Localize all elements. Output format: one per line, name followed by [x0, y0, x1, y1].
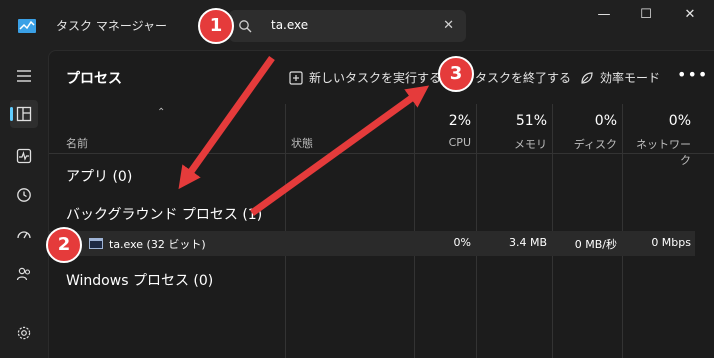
efficiency-mode-label: 効率モード	[600, 71, 661, 85]
close-button[interactable]: ✕	[674, 4, 706, 26]
group-apps[interactable]: アプリ (0)	[66, 166, 132, 186]
new-task-button[interactable]: 新しいタスクを実行する	[289, 69, 441, 86]
group-windows-processes[interactable]: Windows プロセス (0)	[66, 270, 213, 290]
annotation-badge-3: 3	[438, 56, 474, 92]
sidebar-item-menu[interactable]	[10, 62, 38, 90]
active-indicator	[10, 107, 13, 121]
process-disk: 0 MB/秒	[574, 238, 617, 251]
users-icon	[16, 267, 31, 281]
process-window-icon	[89, 238, 103, 249]
page-title: プロセス	[66, 71, 122, 87]
task-manager-app-icon	[18, 19, 36, 33]
column-memory[interactable]: メモリ	[481, 136, 547, 152]
sidebar-item-startup[interactable]	[10, 221, 38, 249]
column-memory-percent[interactable]: 51%	[481, 113, 547, 129]
efficiency-mode-button[interactable]: 効率モード	[580, 69, 660, 86]
end-task-button[interactable]: タスクを終了する	[475, 69, 571, 86]
header-divider	[49, 153, 714, 154]
processes-icon	[16, 106, 32, 122]
performance-icon	[16, 148, 32, 164]
title-bar: タスク マネージャー ta.exe ✕ — ☐ ✕	[0, 0, 714, 50]
group-background-processes[interactable]: バックグラウンド プロセス (1)	[66, 204, 262, 224]
column-status[interactable]: 状態	[291, 135, 313, 151]
sort-chevron-icon[interactable]: ⌃	[157, 107, 165, 118]
sidebar-item-processes[interactable]	[10, 100, 38, 128]
column-cpu[interactable]: CPU	[419, 136, 471, 149]
search-input[interactable]: ta.exe	[271, 18, 308, 32]
annotation-badge-2: 2	[46, 227, 82, 263]
more-options-button[interactable]: •••	[677, 65, 708, 84]
column-name[interactable]: 名前	[66, 135, 88, 151]
new-task-label: 新しいタスクを実行する	[309, 71, 442, 85]
process-name: ta.exe (32 ビット)	[109, 238, 206, 251]
maximize-button[interactable]: ☐	[630, 4, 662, 26]
sidebar-item-performance[interactable]	[10, 142, 38, 170]
processes-panel: プロセス 新しいタスクを実行する タスクを終了する 効率モード ••• ⌃ 名前…	[48, 50, 714, 358]
search-box[interactable]: ta.exe ✕	[229, 10, 466, 42]
clear-search-icon[interactable]: ✕	[443, 18, 454, 33]
annotation-badge-1: 1	[198, 8, 234, 44]
process-cpu: 0%	[453, 236, 471, 249]
new-task-icon	[289, 70, 303, 85]
settings-icon	[17, 326, 31, 340]
column-network-percent[interactable]: 0%	[627, 113, 691, 129]
leaf-icon	[581, 71, 593, 84]
sidebar	[0, 50, 48, 357]
column-network[interactable]: ネットワーク	[627, 136, 691, 168]
sidebar-item-users[interactable]	[10, 260, 38, 288]
search-icon	[239, 20, 252, 33]
app-history-icon	[17, 188, 31, 202]
column-disk[interactable]: ディスク	[557, 136, 617, 152]
startup-icon	[17, 231, 31, 239]
process-network: 0 Mbps	[651, 236, 691, 249]
column-cpu-percent[interactable]: 2%	[419, 113, 471, 129]
table-row[interactable]: ta.exe (32 ビット) 0% 3.4 MB 0 MB/秒 0 Mbps	[49, 231, 695, 256]
sidebar-item-settings[interactable]	[10, 319, 38, 347]
process-memory: 3.4 MB	[508, 236, 547, 249]
window-title: タスク マネージャー	[56, 19, 167, 33]
hamburger-icon	[17, 70, 31, 82]
column-disk-percent[interactable]: 0%	[557, 113, 617, 129]
end-task-label: タスクを終了する	[475, 71, 572, 85]
sidebar-item-app-history[interactable]	[10, 181, 38, 209]
minimize-button[interactable]: —	[588, 4, 620, 26]
